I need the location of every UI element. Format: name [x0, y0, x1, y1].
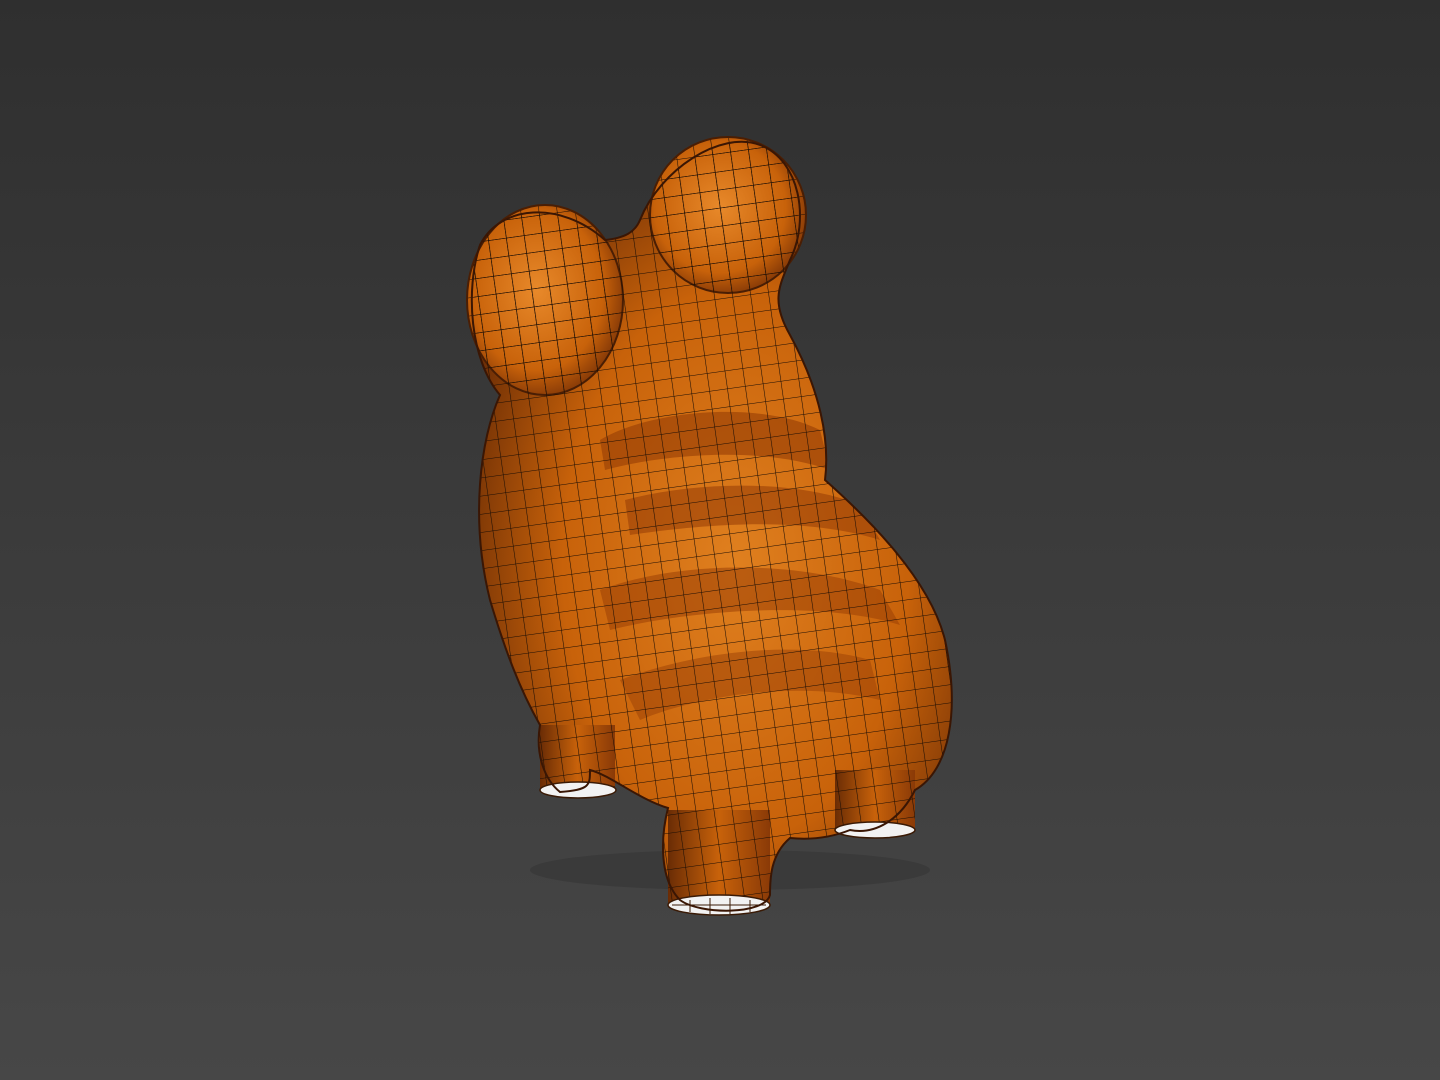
- front-leg[interactable]: [667, 810, 771, 916]
- creature-model[interactable]: [0, 0, 1440, 1080]
- back-left-leg[interactable]: [539, 725, 617, 799]
- 3d-viewport[interactable]: [0, 0, 1440, 1080]
